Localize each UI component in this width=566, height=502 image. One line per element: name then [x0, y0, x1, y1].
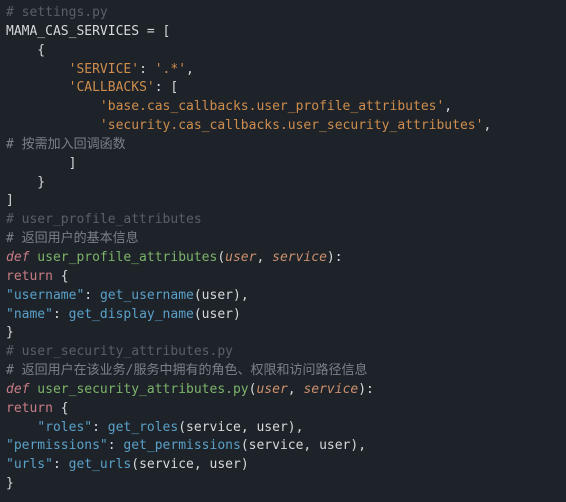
string-literal: 'SERVICE' — [69, 62, 139, 77]
param: user — [256, 382, 287, 397]
comment-line: # 返回用户的基本信息 — [6, 231, 139, 246]
code-text: (service, user) — [131, 457, 248, 472]
function-name: user_profile_attributes — [29, 250, 217, 265]
dict-key: "permissions" — [6, 438, 108, 453]
code-text: : — [139, 62, 155, 77]
code-text: ] — [6, 193, 14, 208]
comment-line: # user_security_attributes.py — [6, 344, 233, 359]
code-text — [6, 420, 37, 435]
dict-key: "urls" — [6, 457, 53, 472]
function-call: get_permissions — [123, 438, 240, 453]
code-text — [6, 118, 100, 133]
comment-line: # settings.py — [6, 5, 108, 20]
comment-line: # user_profile_attributes — [6, 212, 202, 227]
function-call: get_roles — [108, 420, 178, 435]
code-text: : — [53, 457, 69, 472]
code-text: , — [186, 62, 194, 77]
code-text: } — [6, 175, 45, 190]
param: service — [303, 382, 358, 397]
code-text: (user) — [194, 307, 241, 322]
code-text: (user), — [194, 288, 249, 303]
code-text — [6, 99, 100, 114]
code-block: # settings.py MAMA_CAS_SERVICES = [ { 'S… — [0, 0, 566, 498]
code-text: } — [6, 325, 14, 340]
code-text: : — [92, 420, 108, 435]
code-text: : — [84, 288, 100, 303]
param: user — [225, 250, 256, 265]
function-call: get_username — [100, 288, 194, 303]
code-text: ): — [327, 250, 343, 265]
string-literal: 'security.cas_callbacks.user_security_at… — [100, 118, 484, 133]
code-text: } — [6, 476, 14, 491]
code-text: = [ — [139, 24, 170, 39]
function-call: get_display_name — [69, 307, 194, 322]
code-text — [6, 62, 69, 77]
keyword-return: return — [6, 401, 53, 416]
code-text: ( — [217, 250, 225, 265]
function-name: user_security_attributes.py — [29, 382, 248, 397]
code-text: , — [444, 99, 452, 114]
code-text: { — [53, 269, 69, 284]
comment-line: # 按需加入回调函数 — [6, 137, 126, 152]
code-text: MAMA_CAS_SERVICES — [6, 24, 139, 39]
string-literal: 'CALLBACKS' — [69, 80, 155, 95]
code-text: , — [256, 250, 272, 265]
dict-key: "roles" — [37, 420, 92, 435]
code-text: ] — [6, 156, 76, 171]
code-text: { — [53, 401, 69, 416]
code-text — [6, 80, 69, 95]
keyword-def: def — [6, 250, 29, 265]
param: service — [272, 250, 327, 265]
code-text: , — [483, 118, 491, 133]
comment-line: # 返回用户在该业务/服务中拥有的角色、权限和访问路径信息 — [6, 363, 367, 378]
keyword-def: def — [6, 382, 29, 397]
code-text: (service, user), — [241, 438, 366, 453]
code-text: { — [6, 43, 45, 58]
code-text: : [ — [155, 80, 178, 95]
string-literal: '.*' — [155, 62, 186, 77]
keyword-return: return — [6, 269, 53, 284]
dict-key: "name" — [6, 307, 53, 322]
function-call: get_urls — [69, 457, 132, 472]
code-text: (service, user), — [178, 420, 303, 435]
dict-key: "username" — [6, 288, 84, 303]
code-text: : — [108, 438, 124, 453]
string-literal: 'base.cas_callbacks.user_profile_attribu… — [100, 99, 444, 114]
code-text: ): — [358, 382, 374, 397]
code-text: , — [288, 382, 304, 397]
code-text: : — [53, 307, 69, 322]
